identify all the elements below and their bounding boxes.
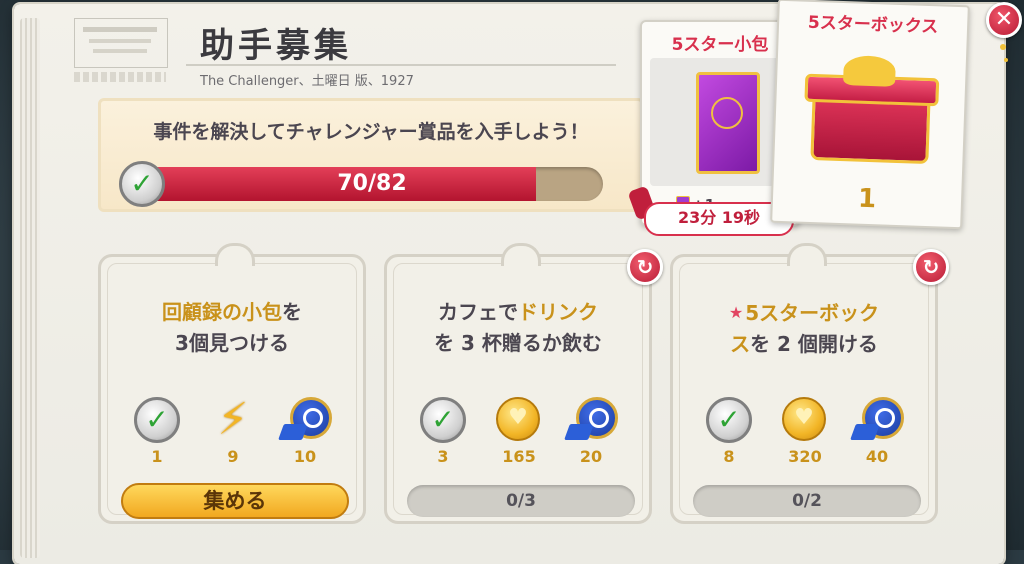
pack-title: 5スター小包 [671, 35, 769, 55]
reward-value: 9 [227, 447, 239, 466]
check-medal-icon: ✓ [420, 397, 466, 443]
reward-coins: 320 [775, 397, 835, 466]
refresh-task-button[interactable]: ↻ [627, 249, 663, 285]
reward-value: 1 [151, 447, 163, 466]
check-medal-icon: ✓ [706, 397, 752, 443]
decor-dot [1004, 58, 1008, 62]
reward-cases: ✓ 8 [699, 397, 759, 466]
pack-image [650, 58, 788, 186]
box-title: 5スターボックス [807, 12, 939, 38]
reward-energy: ⚡ 9 [203, 394, 263, 467]
reward-value: 320 [788, 447, 822, 466]
decor-dot [1000, 44, 1006, 50]
reward-xp: 20 [561, 397, 621, 466]
memoir-pack-icon [696, 72, 760, 174]
check-medal-icon: ✓ [134, 397, 180, 443]
paper-stack-edge [20, 18, 40, 558]
magnifier-medal-icon [278, 397, 332, 440]
lightning-bolt-icon: ⚡ [217, 394, 249, 445]
progress-label: 70/82 [337, 171, 407, 196]
reward-value: 10 [293, 447, 317, 466]
task-progress: 0/2 [693, 485, 921, 517]
gold-coin-icon [782, 397, 826, 441]
page-title: 助手募集 [200, 26, 352, 66]
close-button[interactable]: ✕ [986, 2, 1022, 38]
magnifier-medal-icon [850, 397, 904, 440]
gold-coin-icon [496, 397, 540, 441]
reward-coins: 165 [489, 397, 549, 466]
masthead-strip [74, 72, 166, 82]
collect-button[interactable]: 集める [121, 483, 349, 519]
star-box-icon: ★ [728, 303, 744, 322]
banner-text: 事件を解決してチャレンジャー賞品を入手しよう！ [153, 121, 589, 143]
title-divider [186, 64, 616, 66]
reward-cases: ✓ 1 [127, 397, 187, 466]
task-card-3: ↻ ★5スターボック スを 2 個開ける ✓ 8 320 40 0/2 [670, 243, 949, 524]
reward-value: 165 [502, 447, 536, 466]
box-count: 1 [857, 183, 877, 215]
reward-value: 40 [865, 447, 889, 466]
reward-value: 20 [579, 447, 603, 466]
magnifier-medal-icon [564, 397, 618, 440]
reward-xp: 40 [847, 397, 907, 466]
task-title: 回顧録の小包を 3個見つける [162, 300, 302, 355]
newspaper-masthead-logo [74, 18, 168, 68]
newspaper-edition-subtitle: The Challenger、土曜日 版、1927 [200, 74, 414, 89]
challenge-progress-bar: 70/82 [141, 167, 603, 201]
reward-value: 8 [723, 447, 735, 466]
challenge-banner: 事件を解決してチャレンジャー賞品を入手しよう！ 70/82 ✓ [98, 98, 644, 212]
task-card-2: ↻ カフェでドリンク を 3 杯贈るか飲む ✓ 3 165 20 0/3 [384, 243, 663, 524]
check-medal-icon: ✓ [119, 161, 165, 207]
task-progress: 0/3 [407, 485, 635, 517]
five-star-box-reward[interactable]: 5スターボックス 1 [770, 0, 970, 230]
refresh-task-button[interactable]: ↻ [913, 249, 949, 285]
task-title: カフェでドリンク を 3 杯贈るか飲む [434, 300, 602, 355]
reward-cases: ✓ 3 [413, 397, 473, 466]
gift-box-icon [796, 54, 940, 169]
reward-value: 3 [437, 447, 449, 466]
task-title: ★ 5スターボック スを 2 個開ける [673, 297, 935, 360]
reward-xp: 10 [275, 397, 335, 466]
task-card-1: 回顧録の小包を 3個見つける ✓ 1 ⚡ 9 10 集める [98, 243, 366, 524]
